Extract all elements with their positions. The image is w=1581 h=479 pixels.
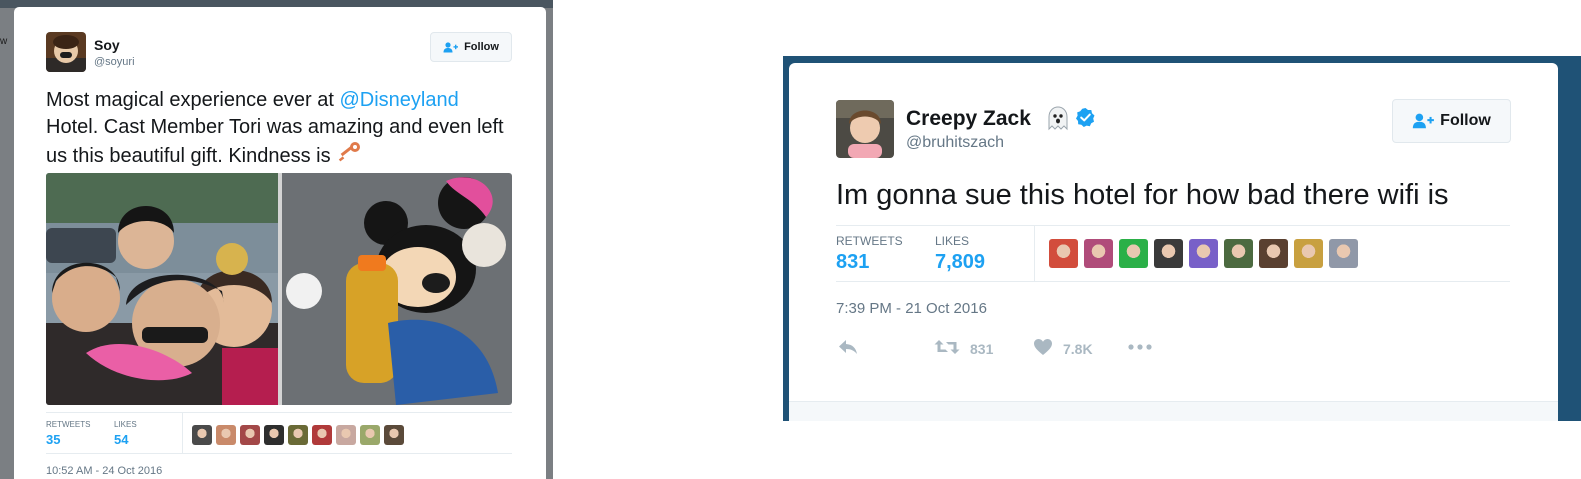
tweet-text: Most magical experience ever at @Disneyl… — [46, 87, 514, 173]
liker-avatar[interactable] — [264, 425, 284, 445]
liker-avatar[interactable] — [1294, 239, 1323, 268]
avatar-image — [46, 32, 86, 72]
liker-avatar[interactable] — [192, 425, 212, 445]
retweets-count[interactable]: 831 — [836, 251, 869, 274]
retweets-count[interactable]: 35 — [46, 432, 60, 447]
more-icon — [1127, 338, 1153, 359]
likes-count[interactable]: 54 — [114, 432, 128, 447]
photo-image — [46, 173, 512, 405]
stats-divider-bottom — [46, 453, 512, 454]
tweet-card-right: Creepy Zack @bruhitszach Follow Im gonna… — [789, 63, 1558, 421]
heart-icon — [1033, 338, 1053, 359]
author-avatar[interactable] — [836, 100, 894, 158]
tweet-photo[interactable] — [46, 173, 512, 405]
stats-separator — [1034, 226, 1035, 281]
liker-avatar[interactable] — [1049, 239, 1078, 268]
follow-button[interactable]: Follow — [1392, 99, 1511, 143]
liker-avatar[interactable] — [240, 425, 260, 445]
more-action[interactable] — [1127, 338, 1153, 359]
stats-separator — [182, 413, 183, 453]
mention-link[interactable]: @Disneyland — [339, 89, 458, 111]
tweet-timestamp[interactable]: 7:39 PM - 21 Oct 2016 — [836, 300, 987, 317]
tweet-text-part1: Most magical experience ever at — [46, 89, 340, 111]
author-name[interactable]: Creepy Zack — [906, 107, 1031, 131]
liker-avatar[interactable] — [336, 425, 356, 445]
liker-avatar[interactable] — [216, 425, 236, 445]
tweet-text: Im gonna sue this hotel for how bad ther… — [836, 179, 1449, 211]
liker-avatar[interactable] — [1189, 239, 1218, 268]
author-avatar[interactable] — [46, 32, 86, 72]
tweet-text-part2: Hotel. Cast Member Tori was amazing and … — [46, 116, 504, 167]
follow-user-icon — [1412, 113, 1435, 129]
retweet-action[interactable]: 831 — [934, 338, 993, 359]
author-handle[interactable]: @soyuri — [94, 56, 135, 68]
reply-action[interactable] — [837, 338, 859, 359]
retweet-icon — [934, 338, 960, 359]
card-footer — [789, 401, 1558, 421]
liker-avatar[interactable] — [1224, 239, 1253, 268]
likes-label: LIKES — [935, 234, 970, 248]
liker-avatar[interactable] — [1329, 239, 1358, 268]
liker-avatar[interactable] — [312, 425, 332, 445]
liker-avatar[interactable] — [360, 425, 380, 445]
liker-avatar[interactable] — [1154, 239, 1183, 268]
stats-divider-top — [46, 412, 512, 413]
stats-divider-top — [836, 225, 1510, 226]
retweets-label: RETWEETS — [836, 234, 903, 248]
follow-label: Follow — [1440, 112, 1491, 129]
backdrop-fragment: w — [0, 36, 8, 47]
like-action[interactable]: 7.8K — [1033, 338, 1093, 359]
verified-badge-icon — [1075, 107, 1096, 133]
likes-count[interactable]: 7,809 — [935, 251, 985, 274]
retweet-count: 831 — [970, 340, 994, 357]
retweets-label: RETWEETS — [46, 420, 91, 429]
liker-avatar[interactable] — [1119, 239, 1148, 268]
liker-avatar[interactable] — [288, 425, 308, 445]
liker-avatar[interactable] — [1259, 239, 1288, 268]
author-handle[interactable]: @bruhitszach — [906, 134, 1004, 152]
ghost-icon — [1045, 105, 1071, 136]
author-name[interactable]: Soy — [94, 37, 120, 53]
tweet-card-left: Soy @soyuri Follow Most magical experien… — [14, 7, 546, 479]
stats-divider-bottom — [836, 281, 1510, 282]
likes-label: LIKES — [114, 420, 137, 429]
left-tweet-screenshot: w Soy @soyuri Follow Most magical experi… — [0, 0, 553, 479]
like-count: 7.8K — [1063, 340, 1093, 357]
follow-button[interactable]: Follow — [430, 32, 512, 62]
follow-user-icon — [443, 41, 459, 53]
right-tweet-screenshot: Creepy Zack @bruhitszach Follow Im gonna… — [783, 56, 1581, 421]
key-emoji-icon — [336, 141, 362, 173]
liker-avatar[interactable] — [1084, 239, 1113, 268]
liker-avatar[interactable] — [384, 425, 404, 445]
avatar-image — [836, 100, 894, 158]
reply-icon — [837, 338, 859, 359]
follow-label: Follow — [464, 41, 499, 53]
tweet-timestamp[interactable]: 10:52 AM - 24 Oct 2016 — [46, 465, 162, 477]
